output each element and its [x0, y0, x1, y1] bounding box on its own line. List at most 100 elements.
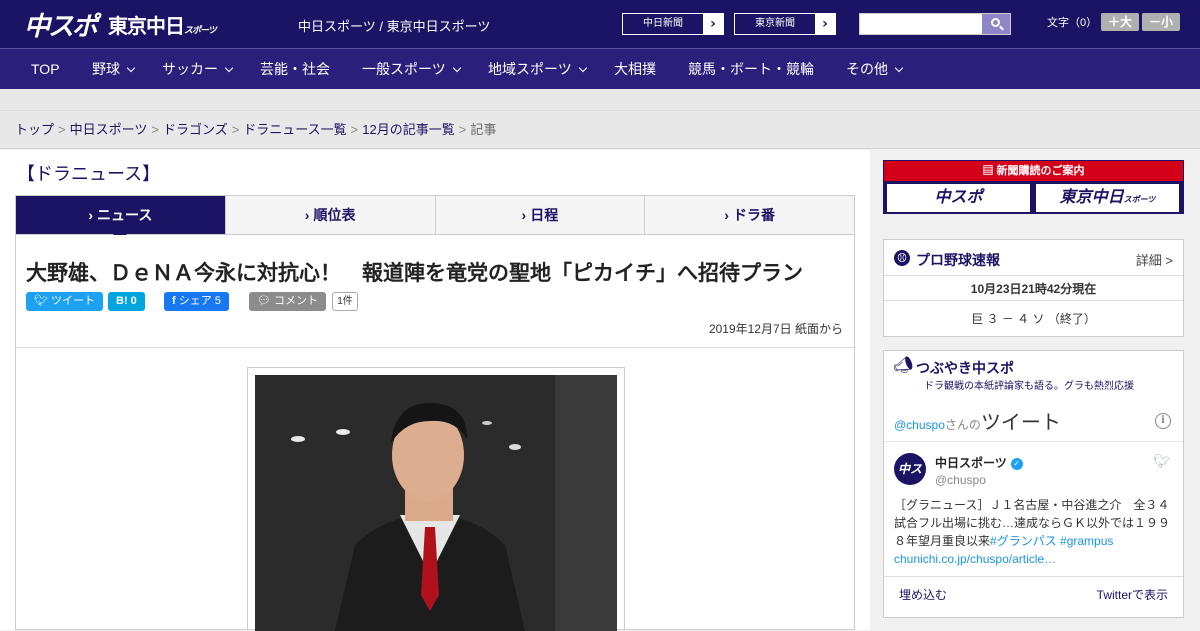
breadcrumb-link[interactable]: トップ — [15, 122, 54, 137]
nav-item-soccer[interactable]: サッカー — [162, 49, 234, 89]
nav-item-label: 地域スポーツ — [488, 61, 572, 77]
nav-item-sumo[interactable]: 大相撲 — [614, 49, 656, 89]
search-box — [859, 13, 1011, 35]
chevron-right-icon: › — [88, 207, 94, 223]
article-photo-frame — [247, 367, 625, 631]
article-photo[interactable] — [255, 375, 617, 631]
hatena-label: B! — [116, 295, 128, 307]
account-name-text: 中日スポーツ — [935, 456, 1007, 470]
search-button[interactable] — [982, 14, 1010, 34]
breadcrumb-separator: > — [151, 122, 159, 137]
font-smaller-button[interactable]: －小 — [1142, 13, 1180, 31]
twitter-box-title: つぶやき中スポ — [916, 360, 1014, 376]
tokyo-chunichi-logo[interactable]: 東京中日スポーツ — [108, 10, 217, 39]
breadcrumb-separator: > — [458, 122, 467, 137]
nav-item-general-sports[interactable]: 一般スポーツ — [362, 49, 461, 89]
tokyo-shimbun-link[interactable]: 東京新聞 › — [734, 13, 836, 35]
nav-item-racing[interactable]: 競馬・ボート・競輪 — [688, 49, 814, 89]
chevron-right-icon: › — [724, 207, 729, 223]
chevron-down-icon — [126, 63, 136, 73]
nav-item-top[interactable]: TOP — [31, 49, 60, 89]
chunichi-shimbun-link[interactable]: 中日新聞 › — [622, 13, 724, 35]
subscription-header-text: 新聞購読のご案内 — [996, 165, 1085, 177]
player-photo-illustration — [255, 375, 617, 631]
facebook-share-button[interactable]: f シェア 5 — [164, 292, 229, 311]
baseball-scores-box: ⚾︎ プロ野球速報 詳細 > 10月23日21時42分現在 巨 ３ － ４ ソ … — [883, 239, 1184, 337]
view-on-twitter-link[interactable]: Twitterで表示 — [1097, 577, 1168, 613]
tab-label: 日程 — [530, 207, 559, 223]
divider — [16, 347, 854, 348]
chevron-right-icon: › — [304, 207, 310, 223]
breadcrumb-link[interactable]: ドラニュース一覧 — [243, 122, 346, 137]
ad-strip — [0, 89, 1200, 111]
nav-item-label: 一般スポーツ — [362, 61, 446, 77]
tab-schedule[interactable]: › 日程 — [436, 196, 646, 234]
chevron-down-icon — [894, 63, 904, 73]
chevron-right-icon: › — [703, 14, 723, 34]
tweet-button[interactable]: 🐦︎ ツイート — [26, 292, 104, 311]
tab-reporter[interactable]: › ドラ番 — [645, 196, 854, 234]
nav-item-label: その他 — [846, 61, 888, 77]
breadcrumb-separator: > — [58, 122, 66, 137]
section-title: 【ドラニュース】 — [17, 164, 161, 184]
twitter-bird-icon[interactable]: 🐦︎ — [1153, 454, 1171, 470]
breadcrumb-link[interactable]: ドラゴンズ — [163, 122, 228, 137]
comment-label: コメント — [274, 295, 319, 307]
facebook-count: 5 — [214, 295, 221, 307]
game-score[interactable]: 巨 ３ － ４ ソ （終了） — [884, 310, 1183, 327]
nav-item-entertainment[interactable]: 芸能・社会 — [260, 49, 330, 89]
baseball-details-link[interactable]: 詳細 > — [1136, 250, 1173, 269]
tweet-account-handle[interactable]: @chuspo — [935, 473, 986, 487]
nav-item-label: 芸能・社会 — [260, 61, 330, 77]
subscription-brand-tokyo[interactable]: 東京中日スポーツ — [1036, 184, 1179, 212]
info-icon[interactable]: i — [1155, 413, 1171, 429]
baseball-scores-header: ⚾︎ プロ野球速報 詳細 > — [884, 240, 1183, 276]
nav-item-other[interactable]: その他 — [846, 49, 904, 89]
chevron-right-icon: › — [521, 207, 527, 223]
twitter-timeline: @chuspoさんのツイート i 中スポ 中日スポーツ ✓ @chuspo 🐦︎ … — [884, 396, 1183, 618]
main-nav: TOP 野球 サッカー 芸能・社会 一般スポーツ 地域スポーツ 大相撲 競馬・ボ… — [0, 48, 1200, 89]
comment-button[interactable]: 💬︎ コメント — [249, 292, 327, 311]
newspaper-icon: ▤ — [982, 165, 997, 177]
nav-item-baseball[interactable]: 野球 — [92, 49, 136, 89]
subscription-brand-chuspo[interactable]: 中スポ — [887, 184, 1030, 212]
embed-link[interactable]: 埋め込む — [899, 577, 947, 613]
chevron-right-icon: › — [815, 14, 835, 34]
site-name: 中日スポーツ / 東京中日スポーツ — [298, 19, 491, 34]
tab-label: ドラ番 — [732, 207, 775, 223]
font-size-label: 文字（0） — [1047, 17, 1098, 29]
baseball-icon: ⚾︎ — [894, 250, 910, 266]
tweet-link[interactable]: chunichi.co.jp/chuspo/article… — [894, 552, 1056, 566]
breadcrumb-link[interactable]: 12月の記事一覧 — [362, 122, 454, 137]
score-timestamp: 10月23日21時42分現在 — [970, 282, 1097, 296]
verified-badge-icon: ✓ — [1010, 457, 1023, 470]
twitter-box-subtitle: ドラ観戦の本紙評論家も語る。グラも熱烈応援 — [924, 381, 1134, 392]
timeline-handle-link[interactable]: @chuspo — [894, 418, 945, 432]
timeline-heading: ツイート — [980, 412, 1061, 434]
tab-standings[interactable]: › 順位表 — [226, 196, 436, 234]
chevron-down-icon — [578, 63, 587, 73]
chuspo-logo[interactable]: 中スポ — [24, 6, 98, 43]
font-bigger-button[interactable]: ＋大 — [1101, 13, 1139, 31]
timeline-handle-suffix: さんの — [944, 418, 981, 432]
megaphone-icon: 📣︎ — [893, 355, 914, 374]
tokyo-logo-text: 東京中日 — [108, 16, 185, 38]
breadcrumb-link[interactable]: 中日スポーツ — [70, 122, 148, 137]
tweet-account-name[interactable]: 中日スポーツ ✓ — [935, 454, 1023, 471]
breadcrumb-separator: > — [231, 122, 240, 137]
subscription-banner[interactable]: ▤ 新聞購読のご案内 中スポ 東京中日スポーツ — [883, 160, 1184, 214]
breadcrumb-separator: > — [350, 122, 359, 137]
breadcrumb: トップ > 中日スポーツ > ドラゴンズ > ドラニュース一覧 >12月の記事一覧 > 記事 — [0, 111, 1200, 149]
article-headline: 大野雄、ＤｅＮＡ今永に対抗心！ 報道陣を竜党の聖地「ピカイチ」へ招待プラン — [26, 262, 803, 285]
search-input[interactable] — [860, 14, 984, 34]
subscription-header: ▤ 新聞購読のご案内 — [884, 161, 1183, 181]
timeline-title: @chuspoさんのツイート — [894, 406, 1061, 435]
avatar[interactable]: 中スポ — [894, 453, 926, 508]
facebook-label: シェア — [178, 295, 212, 307]
chevron-down-icon — [224, 63, 234, 73]
tab-news[interactable]: › ニュース — [16, 196, 226, 241]
tweet-hashtags[interactable]: #グランパス #grampus — [990, 534, 1113, 548]
nav-item-local-sports[interactable]: 地域スポーツ — [488, 49, 587, 89]
subscription-brand-tokyo-sub: スポーツ — [1123, 195, 1156, 204]
hatena-bookmark-button[interactable]: B! 0 — [108, 292, 145, 311]
